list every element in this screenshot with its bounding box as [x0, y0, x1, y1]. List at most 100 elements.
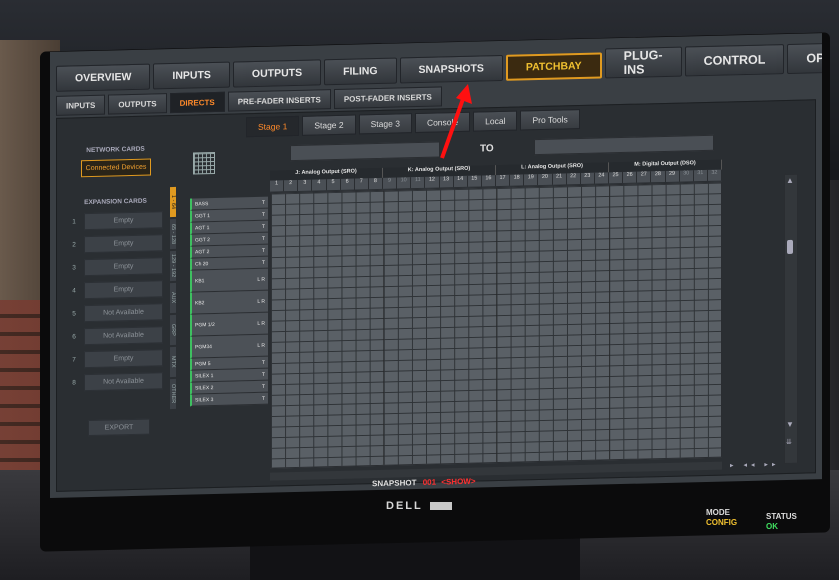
- channel-format: T: [261, 395, 265, 402]
- expansion-slot[interactable]: 6 Not Available: [68, 325, 163, 346]
- channel-row[interactable]: KB2 L R: [190, 290, 268, 315]
- dell-logo: DELL: [386, 500, 423, 512]
- scroll-up-icon[interactable]: ▲: [786, 176, 794, 185]
- output-number-cell[interactable]: 13: [439, 176, 454, 188]
- expansion-slot[interactable]: 4 Empty: [68, 279, 163, 300]
- channel-row[interactable]: PGM34 L R: [190, 334, 268, 359]
- scroll-thumb[interactable]: [787, 239, 793, 254]
- connected-devices-button[interactable]: Connected Devices: [81, 158, 151, 178]
- subtab-outputs[interactable]: OUTPUTS: [108, 93, 167, 115]
- mode-label: MODE: [706, 508, 730, 517]
- expansion-slot[interactable]: 5 Not Available: [68, 302, 163, 323]
- output-number-cell[interactable]: 32: [707, 169, 722, 181]
- channel-row[interactable]: KB1 L R: [190, 268, 268, 293]
- output-number-cell[interactable]: 15: [467, 175, 482, 187]
- tab-snapshots[interactable]: SNAPSHOTS: [399, 54, 503, 84]
- range-tab-aux[interactable]: AUX: [170, 282, 176, 314]
- channel-name: KB1: [195, 277, 205, 284]
- output-number-cell[interactable]: 18: [510, 174, 525, 186]
- export-button[interactable]: EXPORT: [88, 418, 150, 437]
- range-tab-1-64[interactable]: 1 - 64: [170, 186, 176, 218]
- tab-inputs[interactable]: INPUTS: [153, 61, 230, 90]
- channel-list: BASS T GGT 1 T AGT 1 T GGT 2 T AGT 2 T Ch 20 T KB1 L …: [190, 196, 268, 407]
- subtab-post-fader-inserts[interactable]: POST-FADER INSERTS: [333, 86, 442, 110]
- output-number-cell[interactable]: 19: [524, 174, 539, 186]
- output-number-cell[interactable]: 10: [397, 177, 412, 189]
- tab-patchbay[interactable]: PATCHBAY: [505, 52, 602, 81]
- tab-plug-ins[interactable]: PLUG-INS: [604, 46, 682, 79]
- destination-selector[interactable]: [533, 134, 714, 156]
- output-number-cell[interactable]: 5: [326, 178, 341, 191]
- output-number-cell[interactable]: 24: [594, 172, 609, 184]
- page-nav-icons[interactable]: ▸ ◂◂ ▸▸: [730, 460, 779, 469]
- channel-format: T: [261, 371, 265, 378]
- output-number-cell[interactable]: 12: [425, 176, 440, 188]
- expansion-slot[interactable]: 1 Empty: [68, 210, 163, 231]
- stage-tab-local[interactable]: Local: [473, 110, 518, 132]
- output-number-cell[interactable]: 28: [651, 170, 666, 183]
- output-number-cell[interactable]: 7: [354, 178, 369, 190]
- output-number-cell[interactable]: 8: [368, 177, 383, 190]
- output-number-cell[interactable]: 3: [298, 179, 313, 191]
- expansion-slot[interactable]: 7 Empty: [68, 348, 163, 369]
- stage-tab-stage-3[interactable]: Stage 3: [358, 113, 412, 135]
- channel-format: L R: [257, 342, 265, 349]
- range-tab-other[interactable]: OTHER: [170, 378, 176, 410]
- output-number-cell[interactable]: 9: [383, 177, 398, 189]
- output-number-cell[interactable]: 21: [552, 173, 567, 185]
- scroll-down-icon[interactable]: ▼: [786, 420, 794, 429]
- mode-value: CONFIG: [706, 518, 738, 527]
- range-tab-129-192[interactable]: 129 - 192: [170, 250, 176, 282]
- output-number-cell[interactable]: 31: [693, 169, 708, 182]
- output-number-cell[interactable]: 27: [637, 171, 652, 183]
- output-number-cell[interactable]: 4: [312, 179, 327, 191]
- tab-overview[interactable]: OVERVIEW: [56, 63, 151, 92]
- output-number-cell[interactable]: 29: [665, 170, 680, 182]
- output-number-cell[interactable]: 22: [566, 173, 581, 185]
- channel-format: L R: [257, 276, 265, 283]
- snapshot-label: SNAPSHOT: [372, 478, 417, 489]
- patch-matrix-grid[interactable]: [270, 181, 722, 469]
- output-number-cell[interactable]: 25: [609, 171, 624, 184]
- page-down-icon[interactable]: ⇊: [786, 438, 792, 446]
- stage-tab-stage-2[interactable]: Stage 2: [302, 114, 356, 136]
- output-number-cell[interactable]: 20: [538, 173, 553, 186]
- stage-tab-stage-1[interactable]: Stage 1: [246, 115, 300, 138]
- subtab-pre-fader-inserts[interactable]: PRE-FADER INSERTS: [227, 89, 331, 112]
- channel-row[interactable]: PGM 1/2 L R: [190, 312, 268, 337]
- output-number-cell[interactable]: 11: [411, 176, 426, 189]
- tab-outputs[interactable]: OUTPUTS: [232, 59, 322, 88]
- range-tab-mtx[interactable]: MTX: [170, 346, 176, 378]
- red-arrow-annotation: [440, 84, 472, 159]
- output-number-cell[interactable]: 2: [284, 179, 299, 192]
- expansion-slot[interactable]: 2 Empty: [68, 233, 163, 254]
- output-number-cell[interactable]: 1: [270, 180, 285, 192]
- stage-tab-pro-tools[interactable]: Pro Tools: [520, 109, 580, 131]
- output-number-cell[interactable]: 23: [580, 172, 595, 185]
- tab-control[interactable]: CONTROL: [684, 44, 785, 77]
- range-tab-grp[interactable]: GRP: [170, 314, 176, 346]
- output-number-cell[interactable]: 30: [679, 170, 694, 182]
- subtab-inputs[interactable]: INPUTS: [56, 94, 106, 116]
- channel-row[interactable]: SILEX 3 T: [190, 392, 268, 407]
- output-number-cell[interactable]: 26: [623, 171, 638, 183]
- expansion-slot[interactable]: 3 Empty: [68, 256, 163, 277]
- channel-name: AGT 2: [195, 248, 210, 255]
- slot-value: Not Available: [84, 303, 163, 323]
- tab-options[interactable]: OPTIONS: [787, 41, 822, 74]
- output-number-cell[interactable]: 14: [453, 175, 468, 188]
- slot-number: 8: [72, 379, 76, 387]
- output-number-cell[interactable]: 6: [340, 178, 355, 190]
- subtab-directs[interactable]: DIRECTS: [169, 91, 225, 114]
- output-number-cell[interactable]: 17: [496, 174, 511, 187]
- output-number-cell[interactable]: 16: [481, 175, 496, 187]
- slot-value: Not Available: [84, 372, 163, 392]
- source-selector[interactable]: [290, 141, 440, 162]
- status-indicator: STATUS OK: [766, 512, 797, 532]
- channel-format: T: [261, 247, 265, 254]
- grid-view-icon[interactable]: [193, 151, 215, 175]
- tab-filing[interactable]: FILING: [324, 57, 397, 86]
- card-sidebar: NETWORK CARDS Connected Devices EXPANSIO…: [68, 145, 163, 437]
- range-tab-65-128[interactable]: 65 - 128: [170, 218, 176, 250]
- expansion-slot[interactable]: 8 Not Available: [68, 371, 163, 392]
